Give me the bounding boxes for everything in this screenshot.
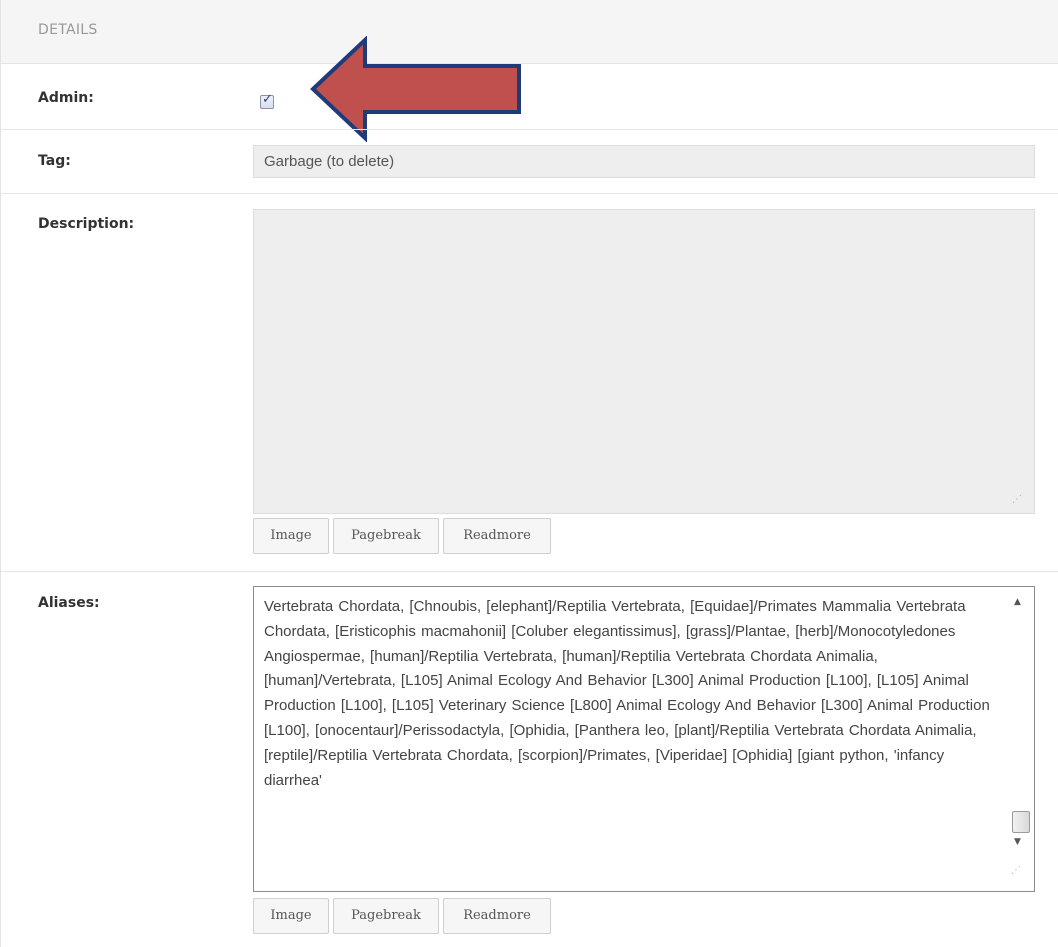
panel-title: DETAILS bbox=[38, 22, 98, 38]
resize-grip-icon[interactable]: ⋰ bbox=[1011, 865, 1021, 876]
description-image-button[interactable]: Image bbox=[253, 518, 329, 554]
aliases-textarea[interactable]: Vertebrata Chordata, [Chnoubis, [elephan… bbox=[253, 586, 1035, 892]
panel-header: DETAILS bbox=[1, 0, 1058, 64]
scroll-thumb[interactable] bbox=[1012, 811, 1030, 833]
aliases-scrollbar[interactable]: ▲ ▼ bbox=[1006, 587, 1034, 873]
tag-input[interactable] bbox=[253, 145, 1035, 178]
description-textarea[interactable] bbox=[253, 209, 1035, 514]
description-label: Description: bbox=[38, 216, 135, 232]
scroll-up-icon[interactable]: ▲ bbox=[1014, 597, 1021, 607]
aliases-label: Aliases: bbox=[38, 595, 100, 611]
aliases-image-button[interactable]: Image bbox=[253, 898, 329, 934]
checkmark-icon: ✓ bbox=[262, 92, 273, 107]
aliases-readmore-button[interactable]: Readmore bbox=[443, 898, 551, 934]
resize-grip-icon[interactable]: ⋰ bbox=[1012, 494, 1022, 505]
aliases-pagebreak-button[interactable]: Pagebreak bbox=[333, 898, 439, 934]
red-arrow-icon bbox=[310, 36, 521, 142]
scroll-down-icon[interactable]: ▼ bbox=[1014, 837, 1021, 847]
details-panel: DETAILS Admin: ✓ Tag: Description: ⋰ Ima… bbox=[0, 0, 1058, 947]
aliases-text: Vertebrata Chordata, [Chnoubis, [elephan… bbox=[264, 598, 990, 789]
tag-label: Tag: bbox=[38, 153, 71, 169]
admin-checkbox[interactable]: ✓ bbox=[260, 92, 274, 109]
description-pagebreak-button[interactable]: Pagebreak bbox=[333, 518, 439, 554]
row-divider bbox=[1, 193, 1058, 194]
description-readmore-button[interactable]: Readmore bbox=[443, 518, 551, 554]
row-divider bbox=[1, 571, 1058, 572]
row-divider bbox=[1, 129, 1058, 130]
admin-label: Admin: bbox=[38, 90, 94, 106]
